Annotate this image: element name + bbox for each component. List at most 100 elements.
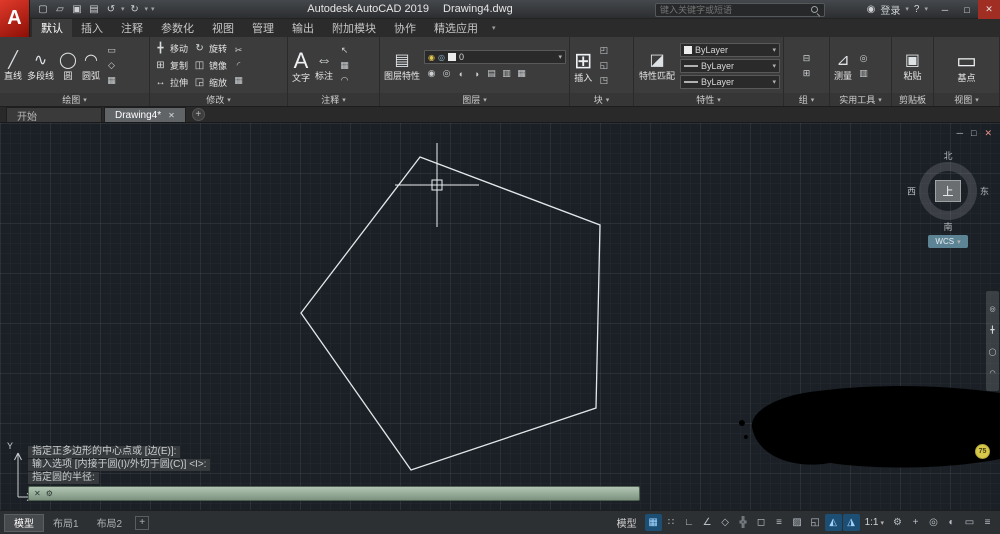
viewcube[interactable]: 北 南 西 东 上 bbox=[906, 149, 990, 233]
ribbon-options-caret-icon[interactable]: ▾ bbox=[487, 19, 501, 37]
isometric-drafting-icon[interactable]: ◇ bbox=[717, 514, 734, 531]
layout-tab-model[interactable]: 模型 bbox=[4, 514, 44, 532]
model-space-button[interactable]: 模型 bbox=[610, 515, 644, 530]
layer-previous-icon[interactable]: ▦ bbox=[514, 66, 529, 81]
tool-dimension[interactable]: ⇔ 标注 bbox=[314, 50, 334, 82]
app-menu-button[interactable]: A bbox=[0, 0, 30, 37]
command-close-icon[interactable]: ✕ bbox=[34, 489, 41, 498]
viewcube-north[interactable]: 北 bbox=[943, 149, 952, 162]
object-snap-tracking-icon[interactable]: ╬ bbox=[735, 514, 752, 531]
trim-icon[interactable]: ✂ bbox=[231, 43, 246, 58]
open-file-icon[interactable]: ▱ bbox=[53, 4, 67, 15]
isolate-objects-icon[interactable]: ◎ bbox=[925, 514, 942, 531]
command-input[interactable]: ✕ ⚙ bbox=[28, 486, 640, 501]
linetype-select[interactable]: ByLayer ▾ bbox=[680, 75, 780, 89]
tool-layer-properties[interactable]: ▤ 图层特性 bbox=[383, 50, 421, 82]
tool-move[interactable]: ╋移动 bbox=[153, 41, 189, 56]
fillet-icon[interactable]: ◜ bbox=[231, 58, 246, 73]
hatch-icon[interactable]: ▦ bbox=[104, 73, 119, 88]
panel-label-annotation[interactable]: 注释▾ bbox=[288, 93, 379, 106]
pentagon-shape[interactable] bbox=[301, 157, 600, 470]
layer-match-icon[interactable]: ▤ bbox=[484, 66, 499, 81]
panel-label-block[interactable]: 块▾ bbox=[570, 93, 633, 106]
tool-match-properties[interactable]: ◪ 特性匹配 bbox=[637, 50, 677, 82]
undo-icon[interactable]: ↺ bbox=[104, 4, 118, 15]
tab-insert[interactable]: 插入 bbox=[72, 19, 112, 37]
signin-caret-icon[interactable]: ▾ bbox=[905, 5, 909, 13]
redo-flyout-caret-icon[interactable]: ▾ bbox=[145, 5, 149, 13]
qat-customize-caret-icon[interactable]: ▾ bbox=[151, 5, 155, 13]
new-drawing-tab-button[interactable]: + bbox=[192, 108, 205, 121]
grid-icon[interactable]: ▦ bbox=[645, 514, 662, 531]
tab-annotate[interactable]: 注释 bbox=[112, 19, 152, 37]
object-snap-icon[interactable]: ◻ bbox=[753, 514, 770, 531]
maximize-button[interactable]: □ bbox=[956, 0, 978, 19]
tool-circle[interactable]: ◯ 圆 bbox=[58, 50, 78, 82]
undo-flyout-caret-icon[interactable]: ▾ bbox=[121, 5, 125, 13]
panel-label-draw[interactable]: 绘图▾ bbox=[0, 93, 149, 106]
quick-calc-icon[interactable]: ▥ bbox=[856, 66, 871, 81]
viewport-minimize-icon[interactable]: ─ bbox=[957, 128, 963, 139]
polar-tracking-icon[interactable]: ∠ bbox=[699, 514, 716, 531]
tab-parametric[interactable]: 参数化 bbox=[152, 19, 203, 37]
plot-icon[interactable]: ▤ bbox=[87, 4, 101, 15]
tab-view[interactable]: 视图 bbox=[203, 19, 243, 37]
edit-attributes-icon[interactable]: ◰ bbox=[596, 43, 611, 58]
viewcube-west[interactable]: 西 bbox=[907, 185, 916, 198]
tab-home[interactable]: 默认 bbox=[32, 19, 72, 37]
tool-mirror[interactable]: ◫镜像 bbox=[192, 58, 228, 73]
group-icon[interactable]: ⊟ bbox=[799, 51, 814, 66]
customize-icon[interactable]: ≡ bbox=[979, 514, 996, 531]
tool-copy[interactable]: ⊞复制 bbox=[153, 58, 189, 73]
layout-tab-layout1[interactable]: 布局1 bbox=[44, 514, 88, 532]
annotation-monitor-icon[interactable]: + bbox=[907, 514, 924, 531]
help-icon[interactable]: ? bbox=[914, 4, 920, 15]
pan-icon[interactable]: ╋ bbox=[990, 326, 994, 334]
tool-measure[interactable]: ⊿ 测量 bbox=[833, 50, 853, 82]
search-input[interactable] bbox=[660, 5, 807, 15]
tab-collaborate[interactable]: 协作 bbox=[385, 19, 425, 37]
tool-text[interactable]: A 文字 bbox=[291, 48, 311, 84]
redo-icon[interactable]: ↻ bbox=[128, 4, 142, 15]
selection-cycling-icon[interactable]: ◱ bbox=[807, 514, 824, 531]
ungroup-icon[interactable]: ⊞ bbox=[799, 66, 814, 81]
ortho-mode-icon[interactable]: ∟ bbox=[681, 514, 698, 531]
panel-label-groups[interactable]: 组▾ bbox=[784, 93, 829, 106]
tab-output[interactable]: 输出 bbox=[283, 19, 323, 37]
tool-polyline[interactable]: ∿ 多段线 bbox=[26, 50, 55, 82]
tab-addins[interactable]: 附加模块 bbox=[323, 19, 385, 37]
start-tab[interactable]: 开始 bbox=[6, 107, 102, 122]
tool-paste[interactable]: ▣ 粘贴 bbox=[902, 50, 922, 82]
tool-rotate[interactable]: ↻旋转 bbox=[192, 41, 228, 56]
search-icon[interactable] bbox=[810, 5, 820, 15]
panel-label-view[interactable]: 视图▾ bbox=[934, 93, 999, 106]
ellipse-icon[interactable]: ◇ bbox=[104, 58, 119, 73]
tool-stretch[interactable]: ↔拉伸 bbox=[153, 75, 189, 90]
snap-mode-icon[interactable]: ∷ bbox=[663, 514, 680, 531]
tool-insert-block[interactable]: ⊞ 插入 bbox=[573, 48, 593, 84]
annotation-scale-button[interactable]: 1:1 ▾ bbox=[861, 517, 888, 528]
orbit-icon[interactable]: ◠ bbox=[989, 369, 995, 377]
array-icon[interactable]: ▦ bbox=[231, 73, 246, 88]
signin-button[interactable]: 登录 bbox=[880, 2, 900, 17]
new-file-icon[interactable]: ▢ bbox=[36, 4, 50, 15]
drawing-tab-close-icon[interactable]: ✕ bbox=[168, 111, 175, 120]
tool-arc[interactable]: ◠ 圆弧 bbox=[81, 50, 101, 82]
zoom-icon[interactable]: ◯ bbox=[989, 348, 997, 356]
object-color-select[interactable]: ByLayer ▾ bbox=[680, 43, 780, 57]
annotation-autoscale-icon[interactable]: ◮ bbox=[843, 514, 860, 531]
panel-label-properties[interactable]: 特性▾ bbox=[634, 93, 783, 106]
panel-label-modify[interactable]: 修改▾ bbox=[150, 93, 287, 106]
arc-dimension-icon[interactable]: ◠ bbox=[337, 73, 352, 88]
graphics-performance-icon[interactable]: ◐ bbox=[943, 514, 960, 531]
quick-select-icon[interactable]: ◎ bbox=[856, 51, 871, 66]
add-layout-button[interactable]: + bbox=[135, 516, 149, 530]
viewport-restore-icon[interactable]: □ bbox=[971, 128, 976, 139]
lineweight-select[interactable]: ByLayer ▾ bbox=[680, 59, 780, 73]
tab-featured-apps[interactable]: 精选应用 bbox=[425, 19, 487, 37]
layer-lock-icon[interactable]: ◑ bbox=[469, 66, 484, 81]
transparency-icon[interactable]: ▨ bbox=[789, 514, 806, 531]
layer-freeze-tool-icon[interactable]: ◐ bbox=[454, 66, 469, 81]
panel-label-layers[interactable]: 图层▾ bbox=[380, 93, 569, 106]
command-customize-icon[interactable]: ⚙ bbox=[46, 489, 53, 498]
